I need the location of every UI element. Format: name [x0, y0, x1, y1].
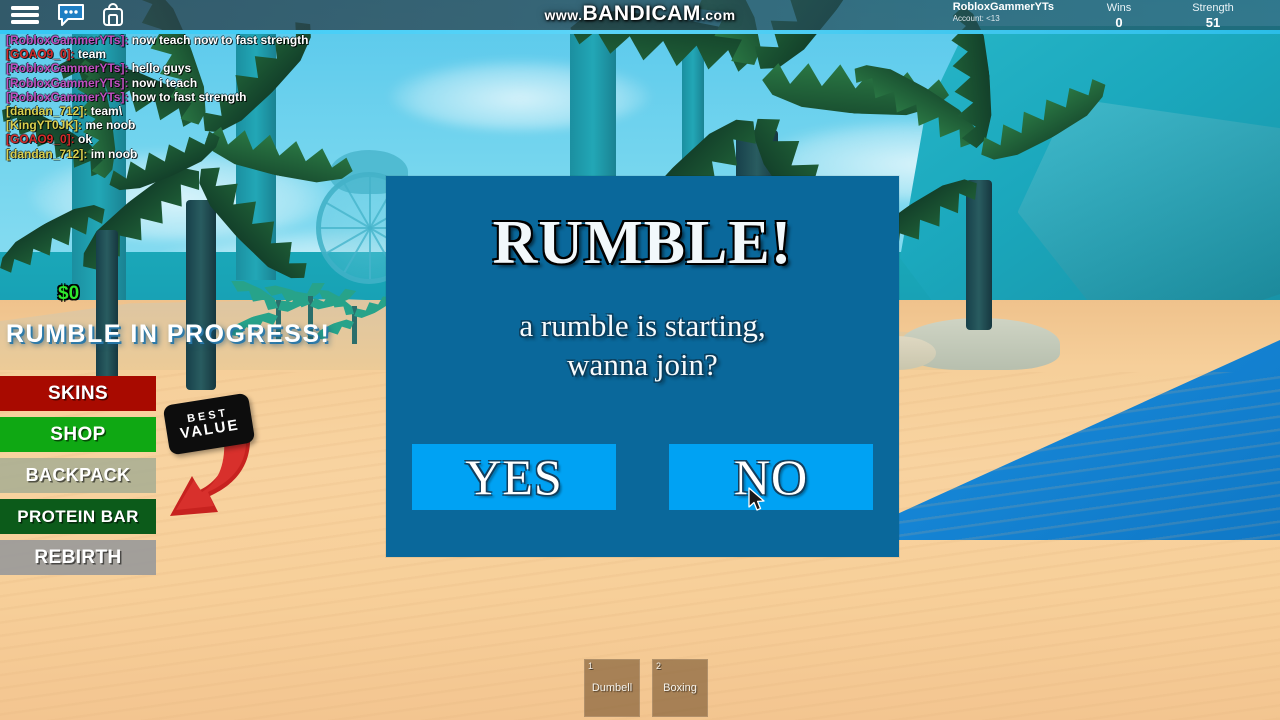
- hotbar-slot-label: Boxing: [663, 682, 697, 694]
- strength-stat: Strength 51: [1178, 2, 1248, 30]
- chat-username: [RobloxGammerYTs]:: [6, 61, 129, 76]
- yes-button-label: YES: [465, 449, 563, 505]
- hotbar: 1 Dumbell 2 Boxing: [584, 659, 708, 717]
- hotbar-slot-number: 1: [588, 661, 594, 671]
- chat-username: [GOAO9_0]:: [6, 47, 75, 62]
- chat-message: [dandan_712]: im noob: [6, 147, 426, 161]
- chat-text: im noob: [87, 146, 138, 161]
- game-screen: www.BANDICAM.com RobloxGammerYTs Account…: [0, 0, 1280, 720]
- chat-text: ok: [74, 132, 93, 147]
- rumble-status-label: RUMBLE IN PROGRESS!: [6, 320, 331, 348]
- menu-button-skins[interactable]: SKINS: [0, 376, 156, 411]
- chat-message: [KingYT0JK]: me noob: [6, 118, 426, 132]
- wins-value: 0: [1115, 15, 1123, 30]
- watermark-prefix: www.: [544, 7, 583, 23]
- dialog-subtitle: a rumble is starting, wanna join?: [386, 306, 899, 384]
- hotbar-slot-1[interactable]: 1 Dumbell: [584, 659, 640, 717]
- watermark-brand: BANDICAM: [582, 2, 701, 25]
- chat-message: [RobloxGammerYTs]: how to fast strength: [6, 90, 426, 104]
- side-menu: SKINS SHOP BACKPACK PROTEIN BAR REBIRTH: [0, 376, 156, 581]
- chat-username: [RobloxGammerYTs]:: [6, 89, 129, 104]
- wins-label: Wins: [1106, 2, 1132, 14]
- no-button[interactable]: NO: [669, 444, 873, 510]
- chat-username: [dandan_712]:: [6, 104, 88, 119]
- yes-button[interactable]: YES: [412, 444, 616, 510]
- chat-text: how to fast strength: [128, 89, 247, 104]
- menu-button-rebirth[interactable]: REBIRTH: [0, 540, 156, 575]
- hotbar-slot-2[interactable]: 2 Boxing: [652, 659, 708, 717]
- hotbar-slot-label: Dumbell: [591, 682, 633, 694]
- chat-text: team: [74, 47, 107, 62]
- chat-text: team\: [87, 104, 123, 119]
- cash-display: $0: [58, 283, 80, 304]
- menu-button-protein-bar[interactable]: PROTEIN BAR: [0, 499, 156, 534]
- chat-message: [RobloxGammerYTs]: hello guys: [6, 61, 426, 75]
- account-username: RobloxGammerYTs: [952, 1, 1054, 13]
- chat-text: hello guys: [128, 61, 192, 76]
- no-button-label: NO: [733, 449, 809, 505]
- chat-log[interactable]: [RobloxGammerYTs]: now teach now to fast…: [6, 33, 426, 161]
- dialog-subtitle-line2: wanna join?: [567, 347, 718, 382]
- chat-username: [GOAO9_0]:: [6, 132, 75, 147]
- chat-message: [dandan_712]: team\: [6, 104, 426, 118]
- chat-text: now i teach: [128, 75, 198, 90]
- strength-value: 51: [1205, 15, 1221, 30]
- chat-message: [RobloxGammerYTs]: now i teach: [6, 76, 426, 90]
- chat-text: now teach now to fast strength: [128, 33, 309, 47]
- rumble-dialog: RUMBLE! a rumble is starting, wanna join…: [386, 176, 899, 557]
- dialog-subtitle-line1: a rumble is starting,: [519, 308, 766, 343]
- chat-message: [GOAO9_0]: team: [6, 47, 426, 61]
- menu-button-backpack[interactable]: BACKPACK: [0, 458, 156, 493]
- account-info: RobloxGammerYTs Account: <13: [952, 1, 1054, 23]
- wins-stat: Wins 0: [1084, 2, 1154, 30]
- chat-username: [dandan_712]:: [6, 146, 88, 161]
- strength-label: Strength: [1192, 2, 1234, 14]
- chat-message: [RobloxGammerYTs]: now teach now to fast…: [6, 33, 426, 47]
- dialog-title: RUMBLE!: [492, 209, 793, 277]
- account-age-label: Account: <13: [952, 13, 1000, 23]
- chat-message: [GOAO9_0]: ok: [6, 132, 426, 146]
- watermark-suffix: .com: [700, 7, 736, 23]
- menu-button-shop[interactable]: SHOP: [0, 417, 156, 452]
- chat-username: [RobloxGammerYTs]:: [6, 33, 129, 47]
- chat-text: me noob: [82, 118, 136, 133]
- hotbar-slot-number: 2: [656, 661, 662, 671]
- chat-username: [RobloxGammerYTs]:: [6, 75, 129, 90]
- chat-username: [KingYT0JK]:: [6, 118, 82, 133]
